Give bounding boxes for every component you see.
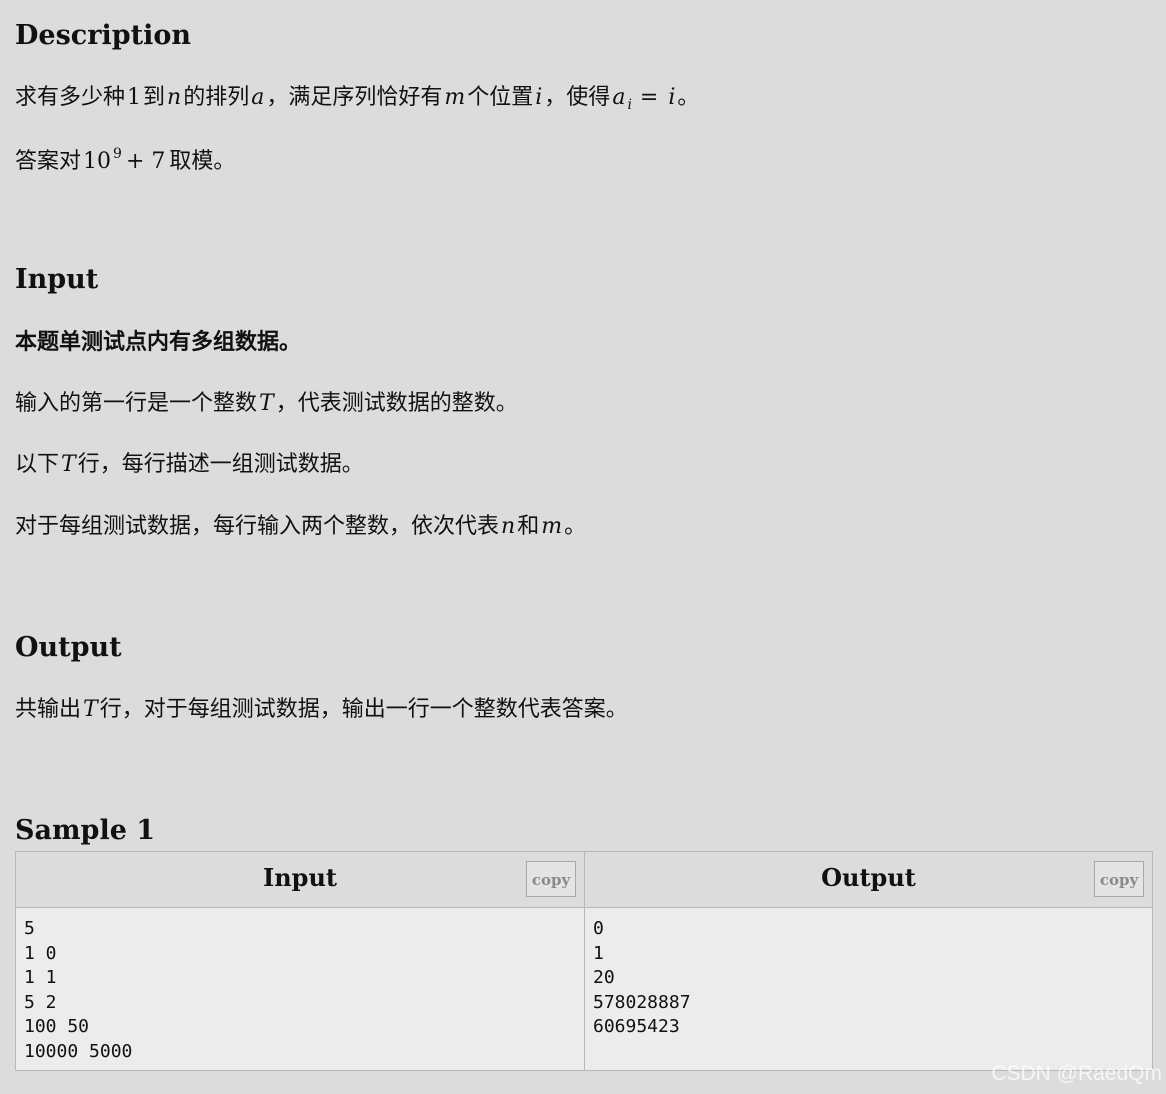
output-line: 60695423 <box>593 1016 680 1038</box>
input-line-2: 以下T行，每行描述一组测试数据。 <box>15 451 364 477</box>
description-heading: Description <box>15 20 191 51</box>
copy-input-button[interactable]: copy <box>526 861 576 897</box>
sample-output-column: Output copy 0 1 20 578028887 60695423 <box>584 852 1152 1070</box>
output-line: 1 <box>593 942 604 964</box>
input-heading: Input <box>15 264 99 295</box>
output-line-1: 共输出T行，对于每组测试数据，输出一行一个整数代表答案。 <box>15 696 628 722</box>
output-line: 578028887 <box>593 991 691 1013</box>
input-multi-test-note: 本题单测试点内有多组数据。 <box>15 329 302 354</box>
input-line-3: 对于每组测试数据，每行输入两个整数，依次代表n和m。 <box>15 513 587 539</box>
output-heading: Output <box>15 632 122 663</box>
sample-output-header: Output copy <box>585 852 1152 908</box>
sample-heading: Sample 1 <box>15 815 156 846</box>
description-line-2: 答案对10 9 + 7 取模。 <box>15 146 236 174</box>
input-line: 5 2 <box>24 991 57 1013</box>
sample-output-title: Output <box>821 863 916 892</box>
input-line-1: 输入的第一行是一个整数T，代表测试数据的整数。 <box>15 390 518 416</box>
input-line: 100 50 <box>24 1016 90 1038</box>
sample-input-column: Input copy 5 1 0 1 15 2 100 50 10000 5000 <box>16 852 584 1070</box>
input-line: 1 1 <box>24 967 57 989</box>
sample-input-header: Input copy <box>16 852 584 908</box>
description-line-1: 求有多少种1到n的排列a，满足序列恰好有m个位置i，使得a i = i。 <box>15 84 700 113</box>
output-line: 0 <box>593 918 604 939</box>
input-line: 1 0 <box>24 942 57 964</box>
input-line: 5 <box>24 918 35 939</box>
csdn-watermark: CSDN @RaedQm <box>991 1062 1162 1085</box>
sample-input-content[interactable]: 5 1 0 1 15 2 100 50 10000 5000 <box>16 908 584 1065</box>
input-line: 10000 5000 <box>24 1040 133 1062</box>
copy-output-button[interactable]: copy <box>1094 861 1144 897</box>
output-line: 20 <box>593 967 615 989</box>
sample-input-title: Input <box>263 863 337 892</box>
sample-table: Input copy 5 1 0 1 15 2 100 50 10000 5000 Ou… <box>15 851 1153 1071</box>
sample-output-content[interactable]: 0 1 20 578028887 60695423 <box>585 908 1152 1040</box>
